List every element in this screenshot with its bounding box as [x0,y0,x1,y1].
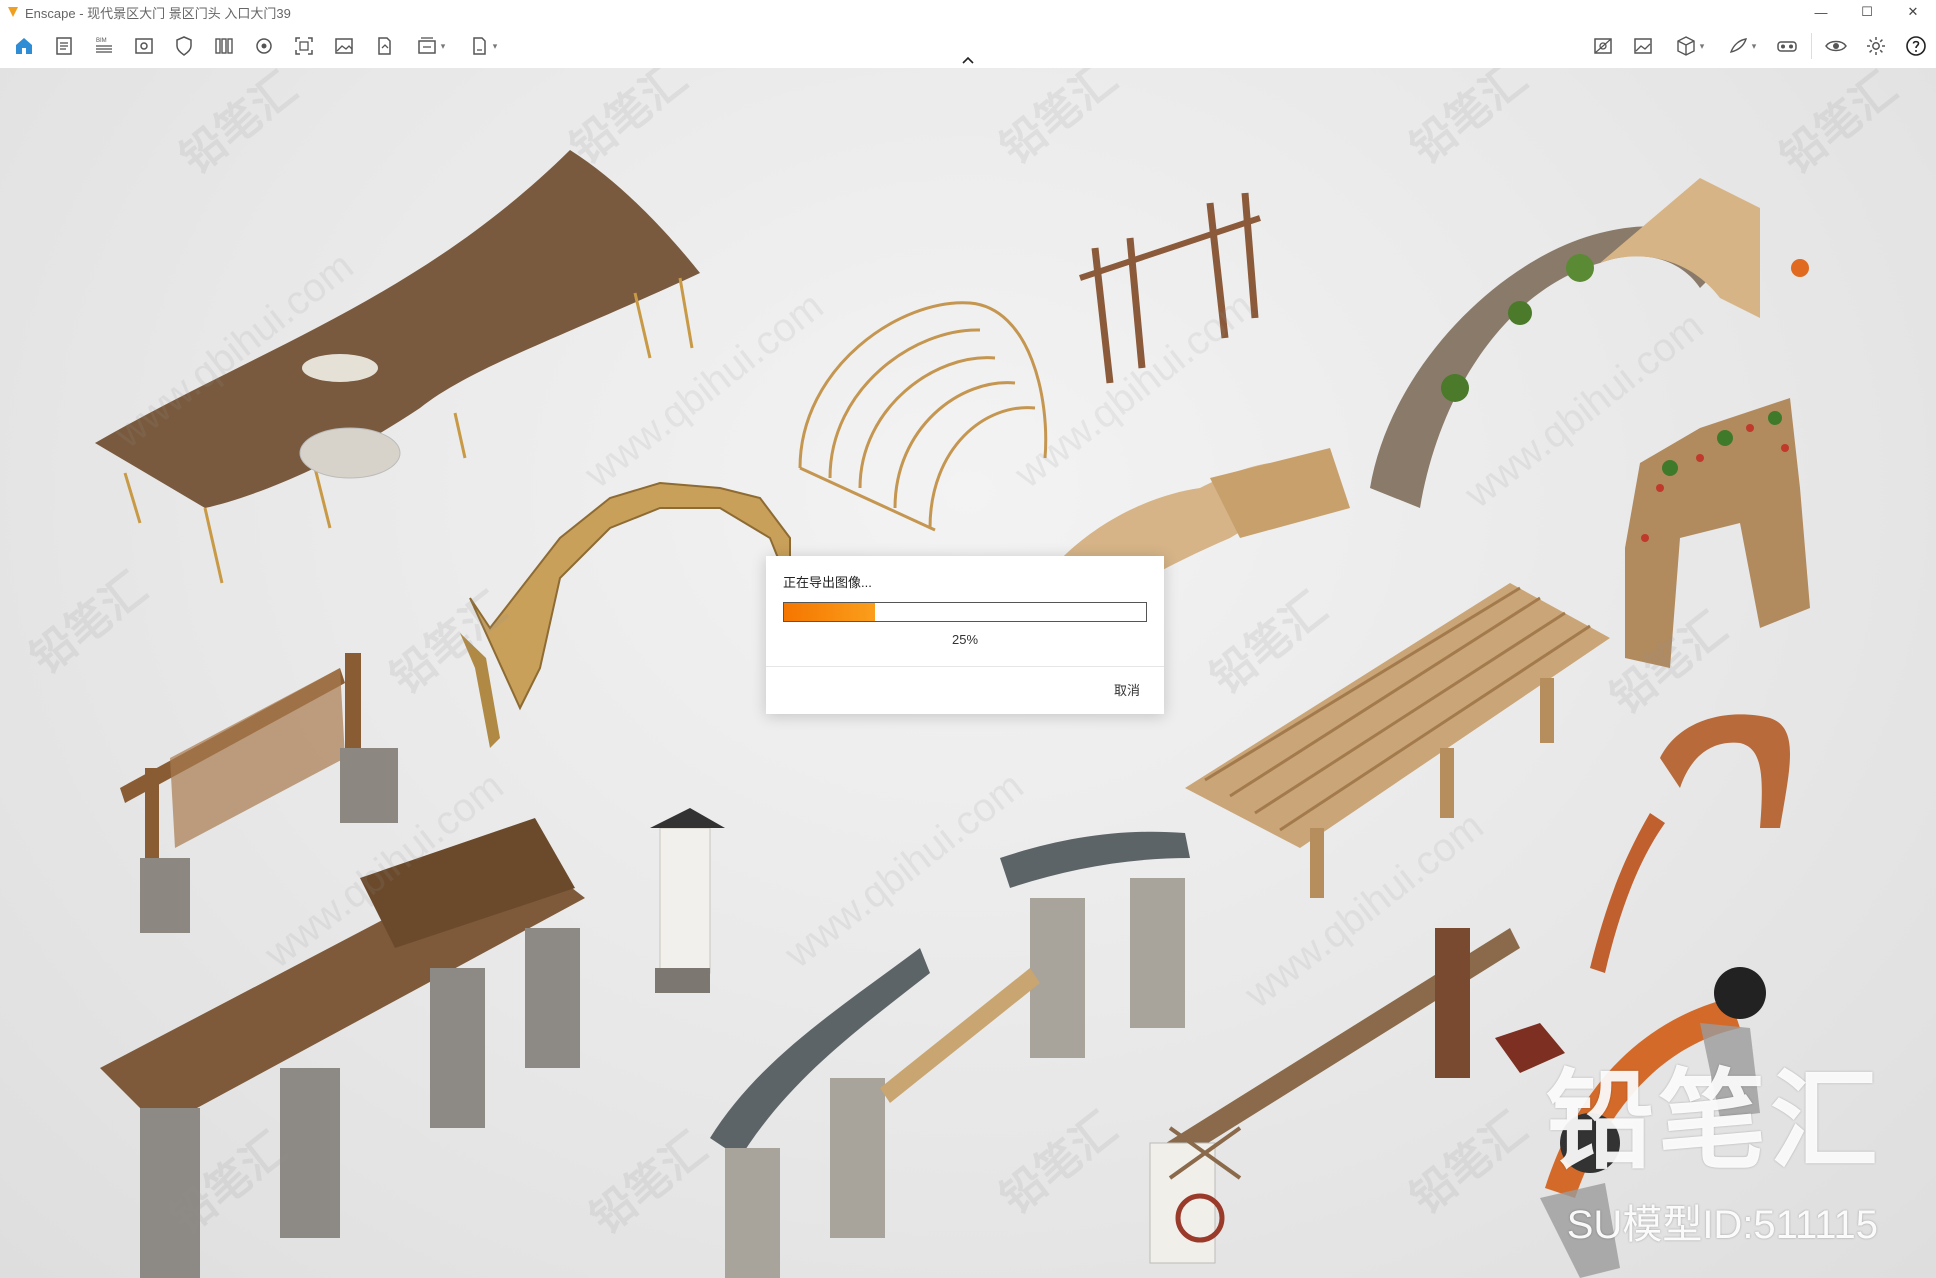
bim-button[interactable]: BIM [84,26,124,66]
eye-icon [1825,40,1847,52]
minimize-button[interactable]: — [1798,0,1844,24]
vr-headset-button[interactable] [1767,26,1807,66]
export-button[interactable] [364,26,404,66]
title-bar: Enscape - 现代景区大门 景区门头 入口大门39 — ☐ ✕ [0,0,1936,24]
wooden-pergola-model [1185,583,1610,898]
windmill-log-gate-model [1149,928,1520,1264]
export-icon [378,37,391,55]
dialog-divider [766,666,1164,667]
wooden-rope-gate-model [1079,192,1261,384]
gold-folded-arch-model [460,481,791,748]
settings-button[interactable] [1856,26,1896,66]
chevron-down-icon: ▾ [1699,40,1705,51]
image-icon [335,38,353,54]
window-title: Enscape - 现代景区大门 景区门头 入口大门39 [25,5,291,21]
home-icon [16,38,32,54]
toolbar-left-group: BIM ▾ ▾ [4,26,508,66]
visual-settings-icon [1594,38,1612,54]
window-controls: — ☐ ✕ [1798,0,1936,24]
maximize-button[interactable]: ☐ [1844,0,1890,24]
help-button[interactable] [1896,26,1936,66]
library-button[interactable] [204,26,244,66]
cube-icon [1677,36,1695,56]
view-button[interactable] [124,26,164,66]
shield-icon [176,36,192,56]
grey-tile-roof-gate-model [710,831,1190,1278]
model-id-label: SU模型ID:511115 [1566,1203,1878,1247]
dialog-title: 正在导出图像... [783,575,872,590]
image-button[interactable] [324,26,364,66]
home-button[interactable] [4,26,44,66]
bim-icon: BIM [96,38,112,53]
brand-watermark: 铅笔汇 [1545,1060,1882,1181]
paint-button[interactable]: ▾ [1715,26,1767,66]
batch-render-icon [417,37,436,54]
export-file-icon [472,37,486,55]
chevron-down-icon: ▾ [440,40,446,51]
wooden-barrel-vault-model [798,301,1048,532]
cancel-button[interactable]: 取消 [1114,680,1140,699]
shield-button[interactable] [164,26,204,66]
document-icon [56,37,72,55]
orange-arc-sign-model [1590,714,1790,973]
asset-icon [256,38,272,54]
vr-headset-icon [1777,41,1797,52]
toolbar-right-group: ▾ ▾ [1583,24,1936,68]
eye-button[interactable] [1816,26,1856,66]
paint-icon [1729,38,1747,54]
capture-button[interactable] [284,26,324,66]
progress-bar [783,602,1147,622]
batch-render-button[interactable]: ▾ [404,26,456,66]
library-icon [215,38,233,54]
screenshot-button[interactable] [1623,26,1663,66]
help-icon [1906,36,1926,56]
cube-button[interactable]: ▾ [1663,26,1715,66]
white-sign-post-model [650,808,725,993]
chevron-up-icon[interactable] [958,52,978,68]
svg-text:BIM: BIM [96,38,107,44]
view-icon [135,38,153,54]
close-button[interactable]: ✕ [1890,0,1936,24]
wooden-frame-sign-model [120,653,398,933]
capture-icon [295,37,313,55]
progress-bar-fill [784,603,875,621]
visual-settings-button[interactable] [1583,26,1623,66]
asset-button[interactable] [244,26,284,66]
rose-arbor-model [1625,398,1810,668]
export-file-button[interactable]: ▾ [456,26,508,66]
screenshot-icon [1634,38,1652,54]
toolbar-separator [1811,33,1812,59]
chevron-down-icon: ▾ [492,40,498,51]
enscape-logo-icon [8,7,18,17]
progress-percentage: 25% [951,632,979,647]
settings-icon [1867,37,1885,55]
document-button[interactable] [44,26,84,66]
export-progress-dialog: 正在导出图像... 25% 取消 [766,556,1164,714]
chevron-down-icon: ▾ [1751,40,1757,51]
